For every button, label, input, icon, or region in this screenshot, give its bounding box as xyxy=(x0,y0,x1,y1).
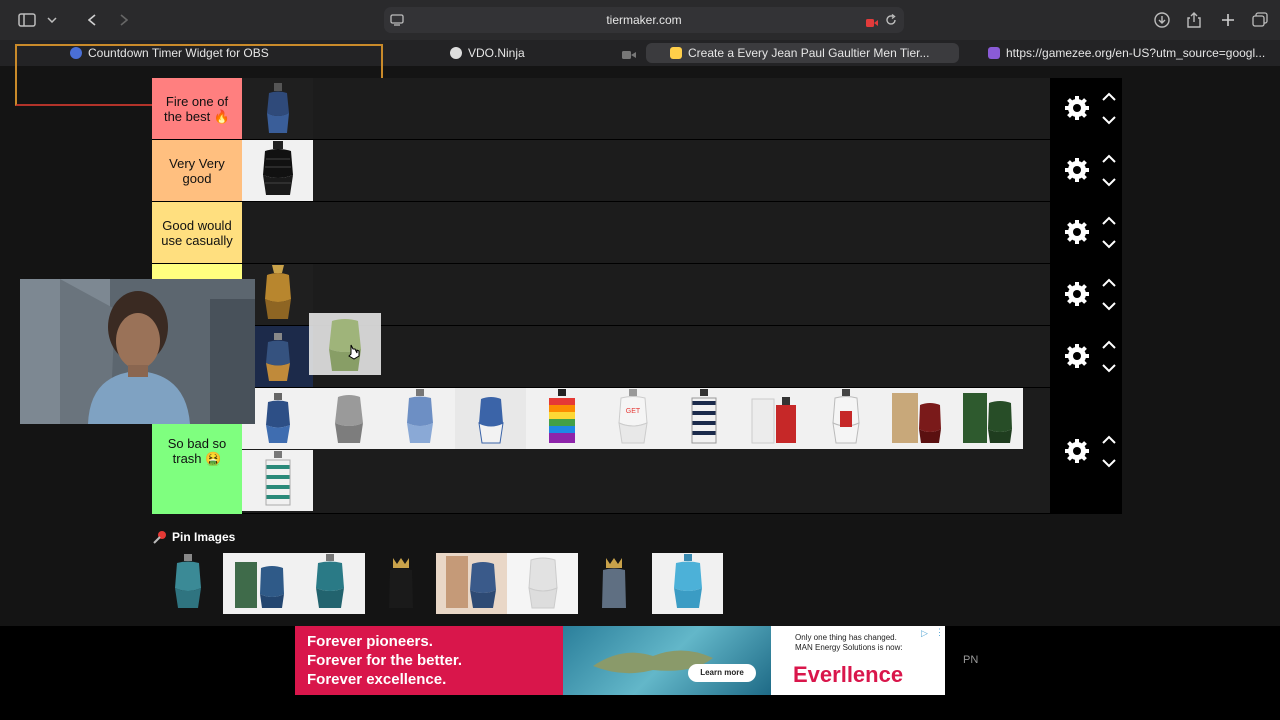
fragrance-item[interactable] xyxy=(952,388,1023,449)
tier-row: So bad so trash 🤮 GET xyxy=(152,388,1122,514)
tiermaker-favicon-icon xyxy=(670,47,682,59)
tier-label[interactable]: Good would use casually xyxy=(152,202,242,263)
cursor-icon xyxy=(348,344,360,360)
address-bar[interactable]: tiermaker.com xyxy=(384,7,904,33)
gear-icon[interactable] xyxy=(1064,438,1090,464)
fragrance-item[interactable] xyxy=(810,388,881,449)
url-text: tiermaker.com xyxy=(606,13,682,27)
chevron-down-icon[interactable] xyxy=(1102,177,1116,187)
reload-icon[interactable] xyxy=(884,13,898,27)
back-icon[interactable] xyxy=(82,10,102,30)
tier-label[interactable]: Fire one of the best 🔥 xyxy=(152,78,242,139)
tier-controls xyxy=(1050,140,1122,201)
tab-vdo-ninja[interactable]: VDO.Ninja xyxy=(442,43,612,63)
download-icon[interactable] xyxy=(1152,10,1172,30)
chevron-up-icon[interactable] xyxy=(1102,154,1116,164)
ad-banner[interactable]: Forever pioneers. Forever for the better… xyxy=(295,626,945,695)
fragrance-item[interactable] xyxy=(294,553,365,614)
fragrance-item[interactable] xyxy=(313,388,384,449)
fragrance-item[interactable] xyxy=(652,553,723,614)
chevron-down-icon[interactable] xyxy=(1102,239,1116,249)
fragrance-item[interactable] xyxy=(242,140,313,201)
pin-icon xyxy=(153,531,166,544)
tier-row xyxy=(152,326,1122,388)
fragrance-item[interactable] xyxy=(223,553,294,614)
tab-label: VDO.Ninja xyxy=(468,46,525,60)
tier-controls xyxy=(1050,202,1122,263)
chevron-up-icon[interactable] xyxy=(1102,435,1116,445)
tier-label[interactable]: Very Very good xyxy=(152,140,242,201)
ad-choices-icon[interactable]: ▷ xyxy=(921,628,931,638)
ad-side-text: PN xyxy=(963,654,979,666)
pin-images-label: Pin Images xyxy=(172,530,236,544)
tab-label: Create a Every Jean Paul Gaultier Men Ti… xyxy=(688,46,930,60)
fragrance-item[interactable] xyxy=(739,388,810,449)
ad-headline-2: Forever for the better. xyxy=(307,652,463,669)
fragrance-item[interactable] xyxy=(365,553,436,614)
tier-controls xyxy=(1050,388,1122,514)
gear-icon[interactable] xyxy=(1064,281,1090,307)
tab-overview-icon[interactable] xyxy=(1250,10,1270,30)
tab-gamezee[interactable]: https://gamezee.org/en-US?utm_source=goo… xyxy=(980,43,1275,63)
tier-items xyxy=(242,140,1050,201)
ad-headline-3: Forever excellence. xyxy=(307,671,447,688)
tier-items xyxy=(242,78,1050,139)
camera-icon xyxy=(622,47,636,59)
fragrance-item[interactable] xyxy=(152,553,223,614)
svg-text:GET: GET xyxy=(625,408,640,415)
tier-row xyxy=(152,264,1122,326)
tier-row: Good would use casually xyxy=(152,202,1122,264)
ad-photo xyxy=(563,626,771,695)
fragrance-item[interactable] xyxy=(384,388,455,449)
fragrance-item[interactable] xyxy=(881,388,952,449)
ad-close-icon[interactable]: ⋮ xyxy=(935,627,944,637)
gear-icon[interactable] xyxy=(1064,95,1090,121)
chevron-up-icon[interactable] xyxy=(1102,278,1116,288)
share-icon[interactable] xyxy=(1184,10,1204,30)
new-tab-icon[interactable] xyxy=(1218,10,1238,30)
tier-controls xyxy=(1050,326,1122,387)
gear-icon[interactable] xyxy=(1064,343,1090,369)
chevron-down-icon[interactable] xyxy=(1102,363,1116,373)
sidebar-toggle-icon[interactable] xyxy=(16,10,38,30)
ad-headline-1: Forever pioneers. xyxy=(307,633,433,650)
tier-row: Very Very good xyxy=(152,140,1122,202)
fragrance-item[interactable] xyxy=(455,388,526,449)
chevron-down-icon[interactable] xyxy=(1102,301,1116,311)
webcam-overlay xyxy=(20,279,255,424)
gear-icon[interactable] xyxy=(1064,157,1090,183)
learn-more-button[interactable]: Learn more xyxy=(688,664,756,682)
chevron-up-icon[interactable] xyxy=(1102,92,1116,102)
tier-row: Fire one of the best 🔥 xyxy=(152,78,1122,140)
ad-brand: Everllence xyxy=(793,662,904,687)
chevron-down-icon[interactable] xyxy=(1102,458,1116,468)
ad-notice: Only one thing has changed. MAN Energy S… xyxy=(795,633,903,652)
chevron-down-icon[interactable] xyxy=(1102,115,1116,125)
recording-icon[interactable] xyxy=(866,15,878,27)
fragrance-item[interactable] xyxy=(242,78,313,139)
fragrance-item[interactable] xyxy=(668,388,739,449)
fragrance-item[interactable] xyxy=(526,388,597,449)
gamezee-favicon-icon xyxy=(988,47,1000,59)
gear-icon[interactable] xyxy=(1064,219,1090,245)
tab-label: https://gamezee.org/en-US?utm_source=goo… xyxy=(1006,46,1266,60)
tier-controls xyxy=(1050,78,1122,139)
pin-images-pool xyxy=(152,553,752,615)
chevron-down-icon[interactable] xyxy=(44,10,60,30)
fragrance-item[interactable] xyxy=(578,553,649,614)
tier-controls xyxy=(1050,264,1122,325)
fragrance-item[interactable] xyxy=(436,553,507,614)
tier-items: GET xyxy=(242,388,1050,514)
chevron-up-icon[interactable] xyxy=(1102,340,1116,350)
forward-icon[interactable] xyxy=(114,10,134,30)
tab-tiermaker[interactable]: Create a Every Jean Paul Gaultier Men Ti… xyxy=(646,43,959,63)
dragged-fragrance-item[interactable] xyxy=(309,313,381,375)
fragrance-item[interactable] xyxy=(507,553,578,614)
fragrance-item[interactable]: GET xyxy=(597,388,668,449)
browser-toolbar: tiermaker.com xyxy=(0,0,1280,40)
chevron-up-icon[interactable] xyxy=(1102,216,1116,226)
vdo-ninja-favicon-icon xyxy=(450,47,462,59)
tier-items xyxy=(242,202,1050,263)
fragrance-item[interactable] xyxy=(242,450,313,511)
